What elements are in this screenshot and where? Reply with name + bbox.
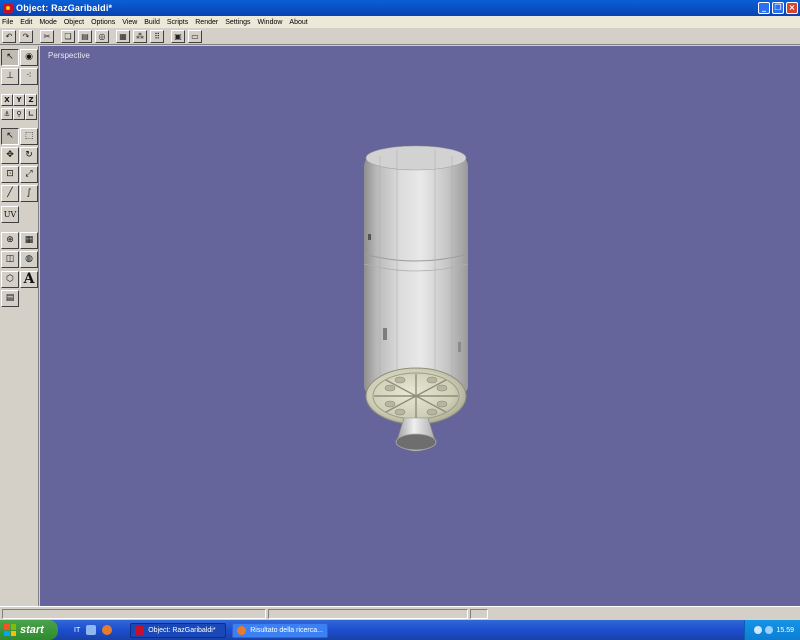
status-cell-2: [268, 609, 468, 619]
menu-settings[interactable]: Settings: [225, 19, 250, 26]
start-button[interactable]: start: [0, 620, 58, 640]
menu-view[interactable]: View: [122, 19, 137, 26]
anchor-icon[interactable]: ⚲: [13, 108, 25, 120]
window-title-bar[interactable]: Object: RazGaribaldi* _ ❐ ×: [0, 0, 800, 16]
rocket-body: [364, 146, 468, 402]
window-title: Object: RazGaribaldi*: [16, 3, 113, 13]
engine-struts: [374, 374, 458, 418]
line-tool-icon[interactable]: ╱: [1, 185, 19, 202]
sphere-prim-icon[interactable]: ⊕: [1, 232, 19, 249]
paste-icon[interactable]: ▤: [78, 29, 92, 43]
rocket-model: [363, 145, 469, 452]
minimize-button[interactable]: _: [758, 2, 770, 14]
task-object-window[interactable]: Object: RazGaribaldi*: [130, 622, 227, 638]
rotate-tool-icon[interactable]: ↻: [20, 147, 38, 164]
menu-about[interactable]: About: [289, 19, 307, 26]
point-cloud-icon[interactable]: ⁂: [133, 29, 147, 43]
bend-tool-icon[interactable]: ⤢: [20, 166, 38, 183]
polygon-prim-icon[interactable]: ⬡: [1, 271, 19, 288]
desktop-icon[interactable]: [86, 625, 97, 635]
maximize-button[interactable]: ❐: [772, 2, 784, 14]
corner-icon[interactable]: ∟: [25, 108, 37, 120]
status-bar: [0, 606, 800, 620]
perspective-viewport[interactable]: Perspective: [40, 46, 800, 606]
grid-icon[interactable]: ▦: [116, 29, 130, 43]
menu-window[interactable]: Window: [258, 19, 283, 26]
marquee-tool-icon[interactable]: ⬚: [20, 128, 38, 145]
copy-icon[interactable]: ❏: [61, 29, 75, 43]
uv-tool-button[interactable]: UV: [1, 206, 19, 223]
scale-tool-icon[interactable]: ⊡: [1, 166, 19, 183]
axis-z-button[interactable]: Z: [25, 94, 37, 106]
status-cell-1: [2, 609, 266, 619]
menu-file[interactable]: File: [2, 19, 13, 26]
menu-scripts[interactable]: Scripts: [167, 19, 188, 26]
text-tool-button[interactable]: A: [20, 271, 38, 288]
menu-render[interactable]: Render: [195, 19, 218, 26]
task-browser-window[interactable]: Risultato della ricerca...: [232, 622, 329, 638]
status-cell-3: [470, 609, 488, 619]
firefox-icon[interactable]: [102, 625, 113, 635]
render-icon[interactable]: ▣: [171, 29, 185, 43]
menu-options[interactable]: Options: [91, 19, 115, 26]
menu-build[interactable]: Build: [144, 19, 160, 26]
vertex-icon[interactable]: ⠿: [150, 29, 164, 43]
menu-object[interactable]: Object: [64, 19, 84, 26]
start-label: start: [20, 624, 44, 636]
cylinder-prim-icon[interactable]: ◫: [1, 251, 19, 268]
close-button[interactable]: ×: [786, 2, 798, 14]
side-detail: [383, 328, 387, 340]
side-marking: [368, 234, 371, 240]
curve-tool-icon[interactable]: ∫: [20, 185, 38, 202]
points-icon[interactable]: ⁖: [20, 68, 38, 85]
nozzle-exit: [395, 433, 437, 451]
app-task-icon: [135, 625, 145, 635]
menu-bar: File Edit Mode Object Options View Build…: [0, 16, 800, 28]
rocket-top-cap: [365, 145, 467, 171]
cut-icon[interactable]: ✂: [40, 29, 54, 43]
axis-x-button[interactable]: X: [1, 94, 13, 106]
select-arrow-icon[interactable]: ↖: [1, 49, 19, 66]
table-icon[interactable]: ▤: [1, 290, 19, 307]
volume-icon[interactable]: [765, 626, 774, 634]
browser-task-icon: [237, 625, 247, 635]
main-toolbar: ↶ ↷ ✂ ❏ ▤ ◎ ▦ ⁂ ⠿ ▣ ▭: [0, 28, 800, 45]
mesh-prim-icon[interactable]: ▦: [20, 232, 38, 249]
lock-icon[interactable]: ⚓: [1, 108, 13, 120]
system-tray: 15.59: [744, 620, 800, 640]
windows-taskbar: start IT Object: RazGaribaldi* Risultato…: [0, 620, 800, 640]
axis-y-button[interactable]: Y: [13, 94, 25, 106]
eye-icon[interactable]: ◉: [20, 49, 38, 66]
move-tool-icon[interactable]: ✥: [1, 147, 19, 164]
redo-icon[interactable]: ↷: [19, 29, 33, 43]
clock: 15.59: [776, 626, 794, 634]
torus-prim-icon[interactable]: ◍: [20, 251, 38, 268]
pointer-tool-icon[interactable]: ↖: [1, 128, 19, 145]
tray-arrow-icon[interactable]: [754, 626, 763, 634]
windows-logo-icon: [4, 624, 16, 636]
sphere-icon[interactable]: ◎: [95, 29, 109, 43]
undo-icon[interactable]: ↶: [2, 29, 16, 43]
task-label: Risultato della ricerca...: [250, 626, 323, 634]
app-icon: [3, 3, 13, 13]
menu-edit[interactable]: Edit: [20, 19, 32, 26]
tool-panel: ↖ ◉ ⊥ ⁖ X Y Z ⚓ ⚲ ∟ ↖ ⬚ ✥ ↻ ⊡ ⤢ ╱ ∫ UV ⊕…: [0, 46, 39, 606]
task-label: Object: RazGaribaldi*: [148, 626, 216, 634]
menu-mode[interactable]: Mode: [39, 19, 57, 26]
side-detail-right: [458, 342, 461, 352]
axis-icon[interactable]: ⊥: [1, 68, 19, 85]
image-icon[interactable]: ▭: [188, 29, 202, 43]
language-indicator[interactable]: IT: [74, 627, 80, 634]
